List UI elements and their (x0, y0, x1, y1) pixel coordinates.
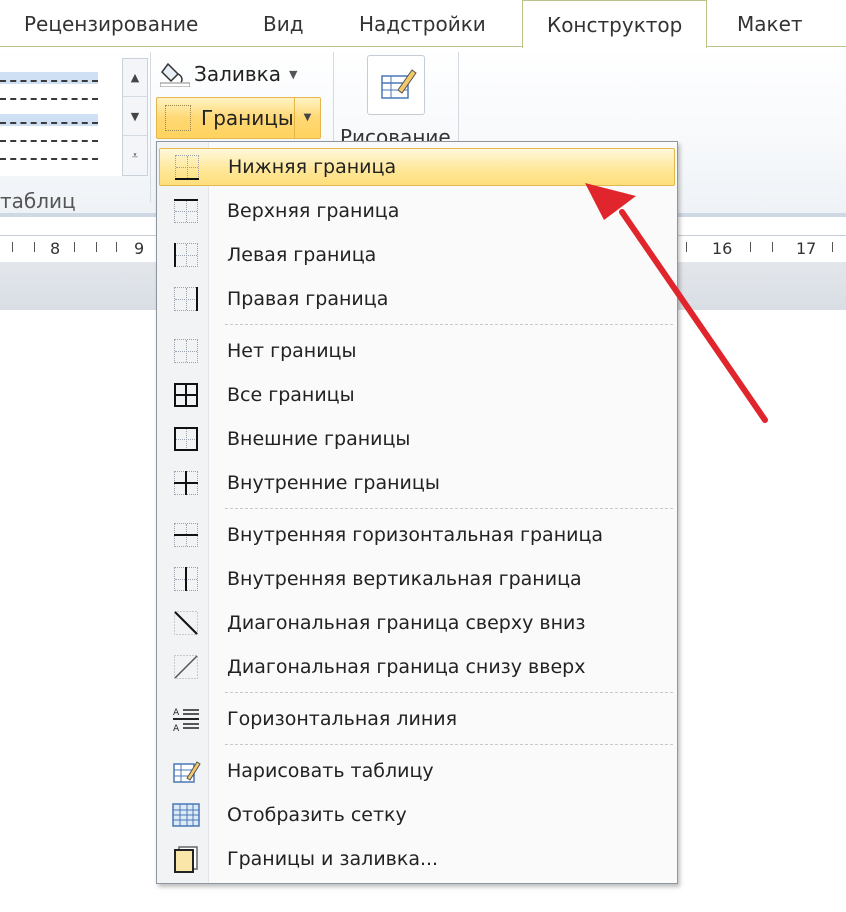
menu-item-no-border[interactable]: Нет границы (159, 332, 675, 370)
gallery-down-icon[interactable]: ▼ (123, 98, 147, 136)
ribbon-tab-bar: Рецензирование Вид Надстройки Конструкто… (0, 0, 846, 48)
bottom-border-icon (172, 152, 202, 182)
inside-vertical-border-icon (171, 564, 201, 594)
menu-item-left-border[interactable]: Левая граница (159, 236, 675, 274)
left-border-icon (171, 240, 201, 270)
draw-table-button[interactable] (367, 55, 425, 115)
menu-item-view-gridlines[interactable]: Отобразить сетку (159, 796, 675, 834)
menu-item-label: Внутренние границы (227, 472, 440, 494)
menu-item-label: Верхняя граница (227, 200, 400, 222)
menu-item-inside-vertical-border[interactable]: Внутренняя вертикальная граница (159, 560, 675, 598)
menu-item-label: Нарисовать таблицу (227, 760, 434, 782)
gallery-more-icon[interactable]: ⩡ (123, 137, 147, 175)
all-borders-icon (171, 380, 201, 410)
menu-item-label: Нижняя граница (228, 156, 397, 178)
draw-table-icon (171, 756, 201, 786)
menu-item-outside-borders[interactable]: Внешние границы (159, 420, 675, 458)
menu-item-label: Правая граница (227, 288, 389, 310)
menu-item-borders-and-shading[interactable]: Границы и заливка... (159, 840, 675, 878)
menu-item-label: Внутренняя горизонтальная граница (227, 524, 604, 546)
menu-item-horizontal-line[interactable]: A A Горизонтальная линия (159, 700, 675, 738)
menu-item-draw-table[interactable]: Нарисовать таблицу (159, 752, 675, 790)
tab-addins[interactable]: Надстройки (359, 0, 486, 47)
chevron-down-icon: ▼ (288, 67, 298, 81)
group-separator (150, 52, 151, 202)
menu-item-label: Горизонтальная линия (227, 708, 458, 730)
menu-item-label: Нет границы (227, 340, 357, 362)
view-gridlines-icon (171, 800, 201, 830)
inside-borders-icon (171, 468, 201, 498)
menu-item-inside-horizontal-border[interactable]: Внутренняя горизонтальная граница (159, 516, 675, 554)
no-border-icon (171, 336, 201, 366)
menu-separator (225, 508, 673, 509)
borders-icon (165, 105, 191, 131)
menu-separator (225, 692, 673, 693)
menu-item-label: Отобразить сетку (227, 804, 407, 826)
menu-item-label: Внешние границы (227, 428, 411, 450)
menu-item-label: Диагональная граница сверху вниз (227, 612, 586, 634)
ruler-number: 16 (712, 239, 733, 258)
draw-table-large-icon (381, 69, 417, 99)
diagonal-up-border-icon (171, 652, 201, 682)
menu-separator (225, 324, 673, 325)
outside-borders-icon (171, 424, 201, 454)
ruler-number: 8 (50, 239, 61, 258)
top-border-icon (171, 196, 201, 226)
borders-and-shading-icon (171, 844, 201, 874)
menu-item-label: Границы и заливка... (227, 848, 439, 870)
ruler-number: 17 (796, 239, 817, 258)
tab-design[interactable]: Конструктор (522, 0, 708, 48)
horizontal-line-icon: A A (171, 704, 201, 734)
borders-dropdown-icon[interactable]: ▼ (294, 98, 320, 138)
menu-item-all-borders[interactable]: Все границы (159, 376, 675, 414)
menu-item-label: Диагональная граница снизу вверх (227, 656, 586, 678)
group-label-table-styles: таблиц (0, 189, 76, 213)
menu-item-diagonal-up-border[interactable]: Диагональная граница снизу вверх (159, 648, 675, 686)
menu-item-label: Все границы (227, 384, 355, 406)
menu-item-label: Левая граница (227, 244, 377, 266)
menu-separator (225, 744, 673, 745)
borders-button[interactable]: Границы ▼ (156, 97, 321, 139)
menu-item-right-border[interactable]: Правая граница (159, 280, 675, 318)
borders-dropdown-menu: Нижняя граница Верхняя граница Левая гра… (156, 141, 678, 884)
tab-layout[interactable]: Макет (737, 0, 803, 47)
paint-bucket-icon (159, 61, 191, 88)
shading-label: Заливка (194, 62, 281, 86)
svg-text:A: A (173, 724, 180, 734)
borders-label: Границы (201, 106, 294, 130)
diagonal-down-border-icon (171, 608, 201, 638)
tab-view[interactable]: Вид (263, 0, 304, 47)
right-border-icon (171, 284, 201, 314)
menu-item-bottom-border[interactable]: Нижняя граница (159, 148, 675, 186)
gallery-up-icon[interactable]: ▲ (123, 59, 147, 97)
ruler-number: 9 (134, 239, 145, 258)
shading-button[interactable]: Заливка ▼ (159, 58, 298, 90)
menu-item-diagonal-down-border[interactable]: Диагональная граница сверху вниз (159, 604, 675, 642)
menu-item-inside-borders[interactable]: Внутренние границы (159, 464, 675, 502)
gallery-scroll[interactable]: ▲ ▼ ⩡ (122, 58, 148, 176)
inside-horizontal-border-icon (171, 520, 201, 550)
menu-item-top-border[interactable]: Верхняя граница (159, 192, 675, 230)
table-styles-gallery[interactable] (0, 58, 124, 176)
svg-text:A: A (173, 708, 180, 718)
tab-review[interactable]: Рецензирование (24, 0, 198, 47)
menu-item-label: Внутренняя вертикальная граница (227, 568, 582, 590)
